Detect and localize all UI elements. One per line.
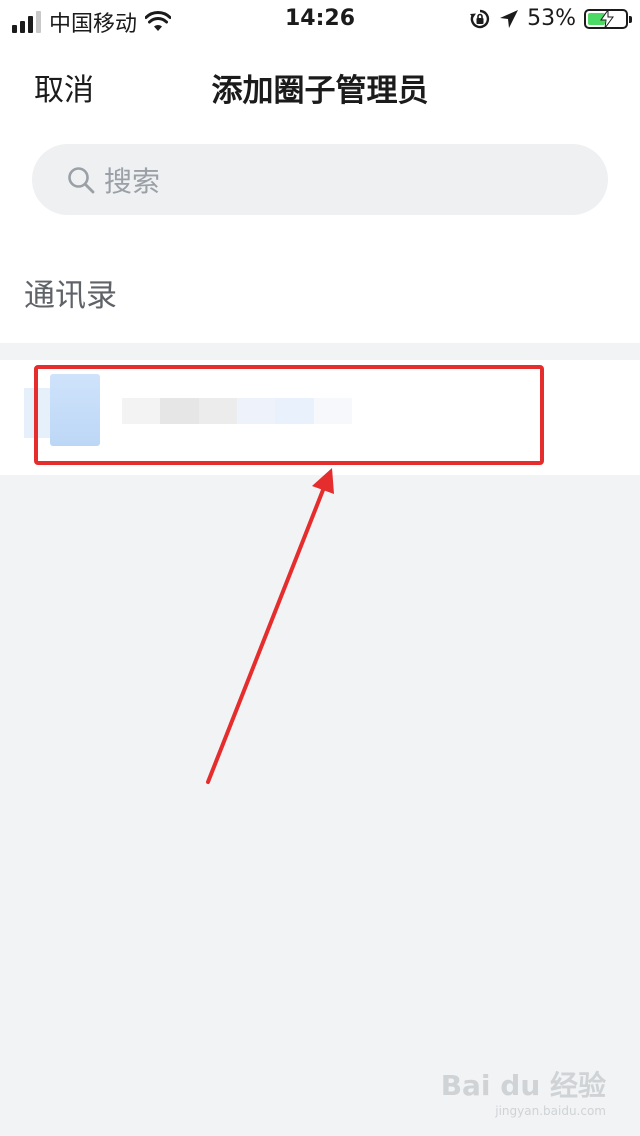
search-icon [68,166,95,193]
watermark-main: Bai du 经验 [440,1069,606,1102]
location-icon [500,9,519,28]
annotation-highlight-box [34,365,544,465]
watermark: Bai du 经验 jingyan.baidu.com [441,1064,606,1118]
header-area: 中国移动 14:26 53% 取消 添加圈子管理员 搜索 通讯录 [0,0,640,343]
contacts-section-label: 通讯录 [24,278,117,314]
status-right: 53% [469,6,632,31]
watermark-sub: jingyan.baidu.com [495,1104,606,1118]
page-title: 添加圈子管理员 [211,73,429,109]
nav-bar: 取消 添加圈子管理员 [0,55,640,115]
search-placeholder: 搜索 [104,164,161,198]
status-bar: 中国移动 14:26 53% [0,0,640,40]
battery-charging-icon [584,8,632,29]
search-input[interactable]: 搜索 [32,144,608,215]
rotation-lock-icon [470,9,490,28]
battery-percent: 53% [527,6,576,31]
